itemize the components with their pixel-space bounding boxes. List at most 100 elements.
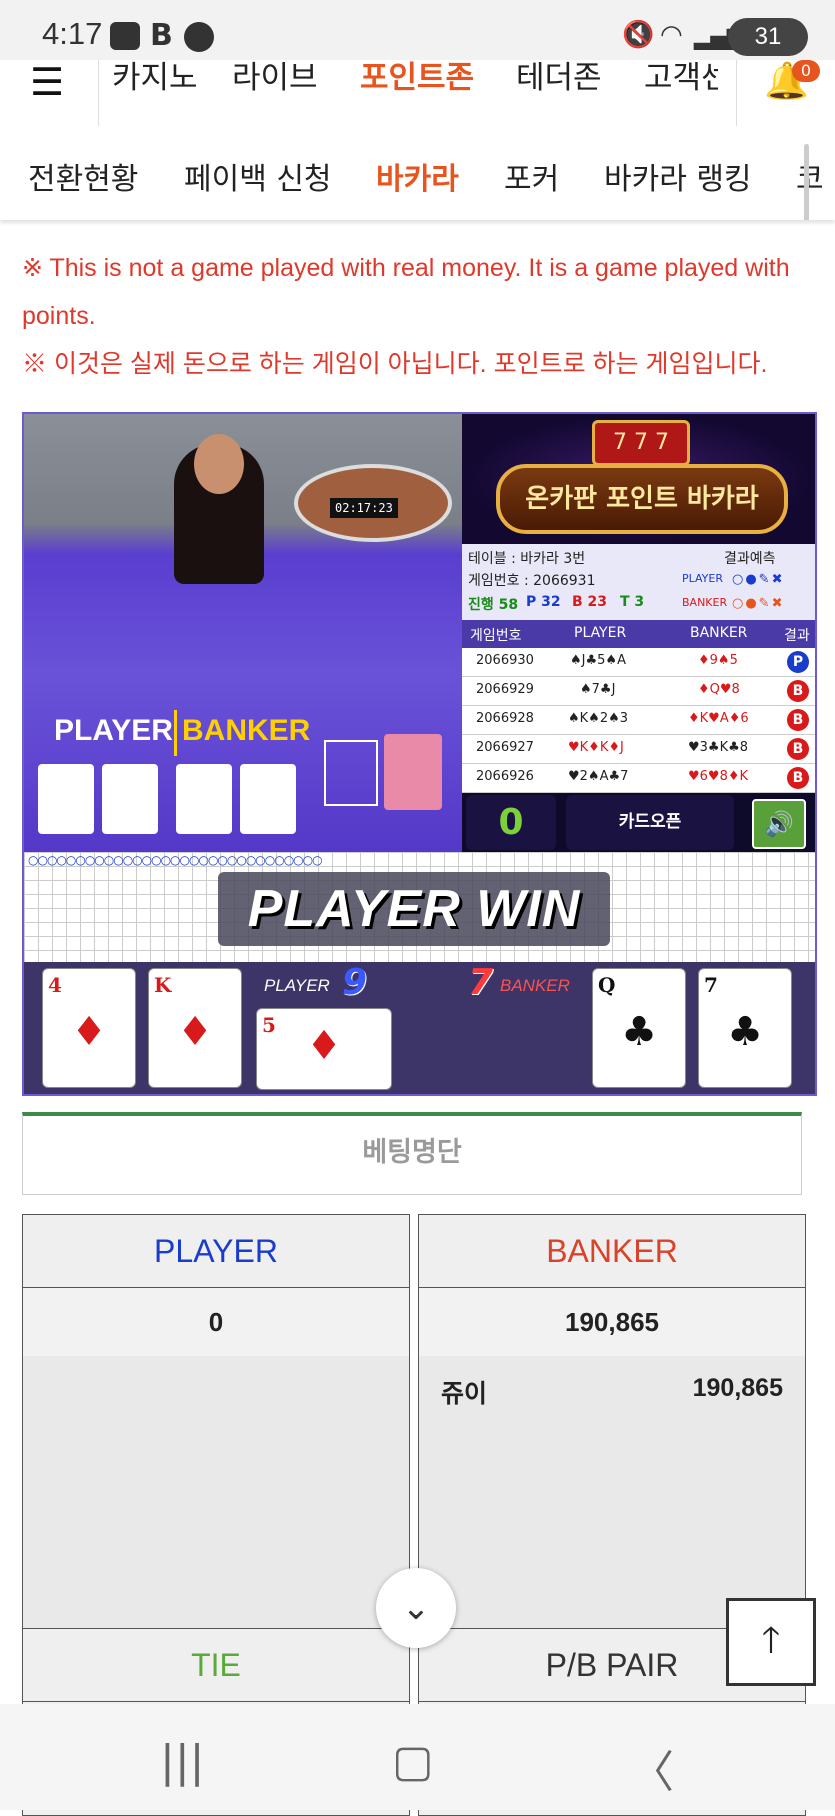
- player-bet-header: PLAYER: [23, 1215, 409, 1288]
- history-player-cards: ♥K♦K♦J: [568, 740, 624, 755]
- top-nav: ☰ 카지노 라이브 포인트존 테더존 고객센 🔔 0: [0, 60, 835, 127]
- card-back: [384, 734, 442, 810]
- history-row: 2066928 ♠K♠2♠3 ♦K♥A♦6 B: [462, 706, 815, 735]
- history-no: 2066929: [476, 682, 534, 697]
- sub-nav: 전환현황 페이백 신청 바카라 포커 바카라 랭킹 코: [0, 126, 835, 220]
- dealer-head: [194, 434, 244, 494]
- nav-item-support[interactable]: 고객센: [644, 60, 718, 97]
- subnav-more[interactable]: 코: [796, 154, 826, 198]
- banker-card-1: Q ♣: [592, 968, 686, 1088]
- prediction-banker-icons[interactable]: ○●✎✖: [732, 596, 784, 611]
- battery-indicator: 31: [728, 18, 808, 56]
- slot-sevens: 7 7 7: [592, 420, 690, 466]
- history-banker-cards: ♦9♠5: [698, 653, 738, 668]
- progress-label: 진행 58: [468, 597, 519, 613]
- player-score: 9: [342, 962, 368, 1003]
- history-banker-cards: ♥3♣K♣8: [688, 740, 749, 755]
- table-info: 테이블 : 바카라 3번 결과예측 게임번호 : 2066931 PLAYER …: [462, 544, 815, 620]
- subnav-payback[interactable]: 페이백 신청: [184, 154, 332, 198]
- road-map-row: ○○○○○○○○○○○○○○○○○○○○○○○○○○○○○○○: [28, 853, 323, 867]
- player-score-label: PLAYER: [264, 976, 330, 995]
- notice-korean: ※ 이것은 실제 돈으로 하는 게임이 아닙니다. 포인트로 하는 게임입니다.: [22, 350, 768, 378]
- banker-bet-header: BANKER: [419, 1215, 805, 1288]
- history-banker-cards: ♥6♥8♦K: [688, 769, 749, 784]
- nav-item-tetherzone[interactable]: 테더존: [516, 60, 602, 97]
- result-badge: B: [787, 767, 809, 789]
- divider: [736, 60, 737, 126]
- youtube-icon: [110, 22, 140, 50]
- history-player-cards: ♠K♠2♠3: [568, 711, 629, 726]
- history-banker-cards: ♦K♥A♦6: [688, 711, 749, 726]
- arrow-up-icon: 🡑: [761, 1620, 781, 1661]
- game-info-panel: 7 7 7 온카판 포인트 바카라 테이블 : 바카라 3번 결과예측 게임번호…: [462, 414, 815, 852]
- history-player-cards: ♠7♣J: [580, 682, 616, 697]
- nav-item-casino[interactable]: 카지노: [112, 60, 198, 97]
- b-app-icon: B: [150, 18, 173, 53]
- player-card-3: 5 ♦: [256, 1008, 392, 1090]
- back-icon[interactable]: 〈: [630, 1736, 674, 1800]
- nav-item-pointzone[interactable]: 포인트존: [360, 60, 474, 97]
- result-badge: B: [787, 709, 809, 731]
- banker-bet-entries: 쥬이 190,865: [419, 1356, 805, 1628]
- bettor-name: 쥬이: [441, 1379, 488, 1408]
- table-banker-label: BANKER: [182, 714, 311, 747]
- prediction-player[interactable]: PLAYER: [682, 572, 723, 585]
- subnav-poker[interactable]: 포커: [504, 154, 559, 198]
- subnav-baccarat[interactable]: 바카라: [376, 154, 459, 198]
- menu-icon[interactable]: ☰: [30, 60, 64, 104]
- prediction-label: 결과예측: [724, 551, 776, 567]
- history-no: 2066926: [476, 769, 534, 784]
- game-number: 게임번호 : 2066931: [468, 573, 596, 589]
- home-icon[interactable]: ▢: [392, 1736, 434, 1787]
- player-card-2: K ♦: [148, 968, 242, 1088]
- scrollbar[interactable]: [804, 144, 809, 220]
- table-card: [176, 764, 232, 834]
- history-col-banker: BANKER: [690, 625, 748, 641]
- bettor-amount: 190,865: [692, 1374, 783, 1402]
- chevron-down-icon: ⌄: [401, 1588, 431, 1628]
- table-card: [102, 764, 158, 834]
- card-slot: [324, 740, 378, 806]
- notice-english: ※ This is not a game played with real mo…: [22, 254, 790, 330]
- betting-list-title: 베팅명단: [22, 1112, 802, 1195]
- tie-bet-header: TIE: [23, 1628, 409, 1702]
- result-badge: B: [787, 738, 809, 760]
- history-no: 2066927: [476, 740, 534, 755]
- bet-amount-display: 0: [466, 795, 556, 850]
- history-col-player: PLAYER: [574, 625, 627, 641]
- player-card-1: 4 ♦: [42, 968, 136, 1088]
- nav-item-live[interactable]: 라이브: [232, 60, 318, 97]
- speaker-icon[interactable]: 🔊: [752, 799, 806, 849]
- progress-tie: T 3: [620, 594, 645, 610]
- card-open-button[interactable]: 카드오픈: [566, 795, 734, 850]
- live-video: 02:17:23 PLAYER BANKER: [24, 414, 462, 852]
- win-banner: PLAYER WIN: [218, 872, 610, 946]
- history-row: 2066930 ♠J♣5♠A ♦9♠5 P: [462, 648, 815, 677]
- wifi-icon: ◠: [660, 20, 683, 50]
- history-col-result: 결과: [784, 628, 810, 644]
- subnav-baccarat-ranking[interactable]: 바카라 랭킹: [604, 154, 752, 198]
- recent-apps-icon[interactable]: |||: [160, 1736, 204, 1787]
- mute-icon: 🔇: [622, 20, 655, 50]
- history-row: 2066926 ♥2♠A♣7 ♥6♥8♦K B: [462, 764, 815, 793]
- subnav-conversion-status[interactable]: 전환현황: [28, 154, 138, 198]
- prediction-banker[interactable]: BANKER: [682, 596, 727, 609]
- clock: 4:17: [42, 16, 103, 51]
- player-bet-total: 0: [23, 1288, 409, 1356]
- divider: [174, 710, 177, 756]
- scroll-to-top-button[interactable]: 🡑: [726, 1598, 816, 1686]
- table-card: [38, 764, 94, 834]
- baccarat-game: 02:17:23 PLAYER BANKER 7 7 7 온카판 포인트 바카라…: [22, 412, 817, 1096]
- result-cards: 4 ♦ K ♦ 5 ♦ PLAYER 9 7 BANKER Q ♣ 7 ♣: [24, 962, 815, 1094]
- won-app-icon: [184, 22, 214, 52]
- notification-badge: 0: [792, 60, 820, 82]
- table-player-label: PLAYER: [54, 714, 173, 747]
- banker-bet-total: 190,865: [419, 1288, 805, 1356]
- player-bet-entries: [23, 1356, 409, 1628]
- scroll-down-button[interactable]: ⌄: [376, 1568, 456, 1648]
- prediction-player-icons[interactable]: ○●✎✖: [732, 572, 784, 587]
- banker-card-2: 7 ♣: [698, 968, 792, 1088]
- divider: [98, 60, 99, 126]
- history-player-cards: ♠J♣5♠A: [570, 653, 626, 668]
- control-bar: 0 카드오픈 🔊: [462, 793, 815, 852]
